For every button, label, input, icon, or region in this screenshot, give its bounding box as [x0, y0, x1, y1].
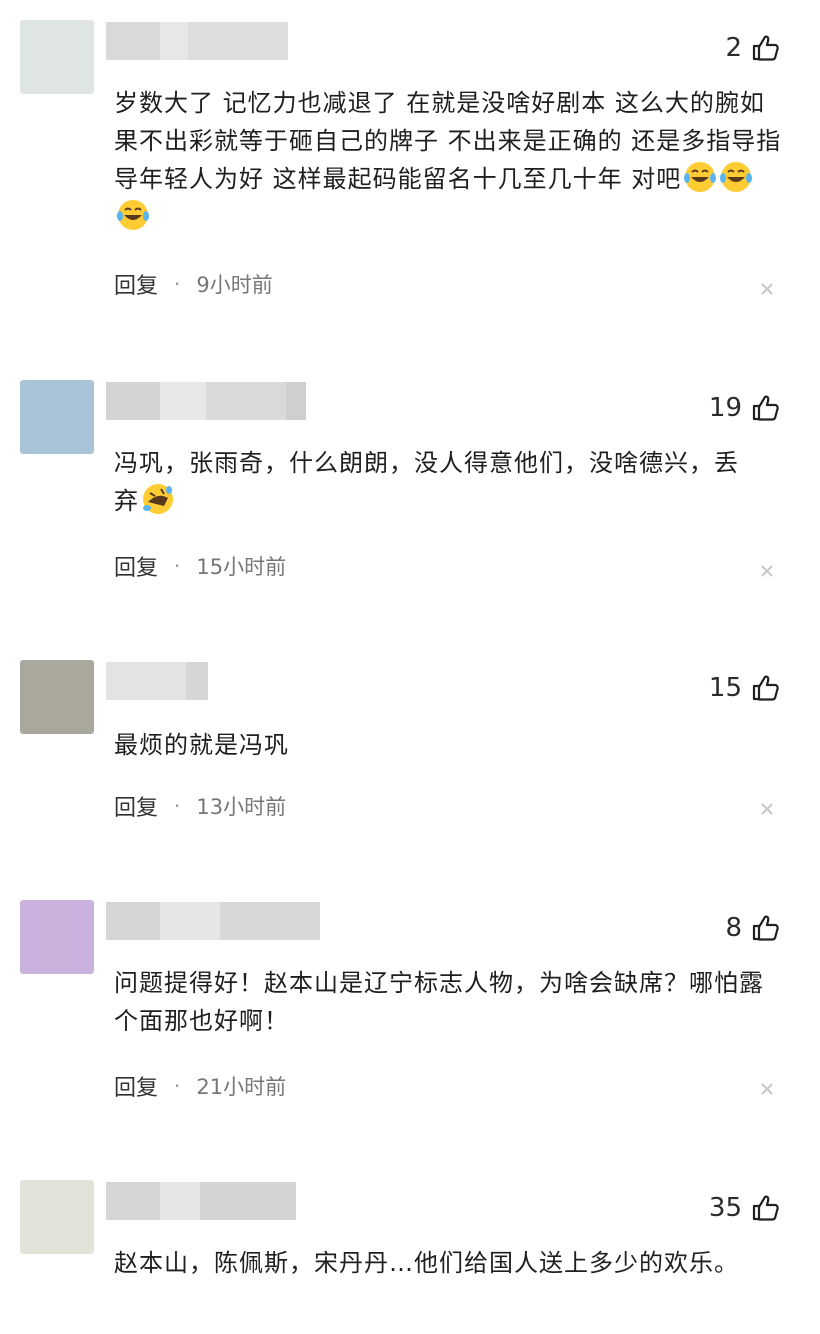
avatar[interactable]: [20, 1180, 94, 1254]
separator-dot: ·: [174, 1074, 181, 1098]
timestamp: 9小时前: [196, 273, 273, 297]
like-group[interactable]: 35: [709, 1186, 780, 1230]
timestamp: 21小时前: [196, 1075, 287, 1099]
close-icon[interactable]: [758, 562, 776, 580]
avatar[interactable]: [20, 20, 94, 94]
comment-text: 赵本山，陈佩斯，宋丹丹…他们给国人送上多少的欢乐。: [114, 1244, 774, 1282]
separator-dot: ·: [174, 794, 181, 818]
reply-button[interactable]: 回复: [114, 790, 158, 822]
like-group[interactable]: 8: [725, 906, 780, 950]
comment-body: 岁数大了 记忆力也减退了 在就是没啥好剧本 这么大的腕如果不出彩就等于砸自己的牌…: [114, 89, 782, 193]
face-with-tears-of-joy-icon: [684, 162, 717, 192]
username-blurred[interactable]: [106, 22, 288, 60]
face-with-tears-of-joy-icon: [720, 162, 753, 192]
username-blurred[interactable]: [106, 382, 306, 420]
comment-item: 35 赵本山，陈佩斯，宋丹丹…他们给国人送上多少的欢乐。: [0, 1180, 820, 1334]
comment-text: 岁数大了 记忆力也减退了 在就是没啥好剧本 这么大的腕如果不出彩就等于砸自己的牌…: [114, 84, 789, 236]
comment-body: 赵本山，陈佩斯，宋丹丹…他们给国人送上多少的欢乐。: [114, 1249, 739, 1277]
thumbs-up-icon[interactable]: [750, 393, 780, 423]
like-group[interactable]: 19: [709, 386, 780, 430]
separator-dot: ·: [174, 554, 181, 578]
avatar[interactable]: [20, 900, 94, 974]
close-icon[interactable]: [758, 280, 776, 298]
avatar[interactable]: [20, 380, 94, 454]
comment-text: 最烦的就是冯巩: [114, 726, 789, 764]
comment-meta: 回复 · 21小时前: [114, 1070, 286, 1102]
like-group[interactable]: 2: [725, 26, 780, 70]
thumbs-up-icon[interactable]: [750, 1193, 780, 1223]
separator-dot: ·: [174, 272, 181, 296]
username-blurred[interactable]: [106, 662, 208, 700]
avatar[interactable]: [20, 660, 94, 734]
like-group[interactable]: 15: [709, 666, 780, 710]
thumbs-up-icon[interactable]: [750, 913, 780, 943]
comment-item: 15 最烦的就是冯巩 回复 · 13小时前: [0, 660, 820, 860]
comment-text: 问题提得好！赵本山是辽宁标志人物，为啥会缺席？哪怕露个面那也好啊！: [114, 964, 764, 1040]
comment-body: 最烦的就是冯巩: [114, 731, 289, 759]
close-icon[interactable]: [758, 1080, 776, 1098]
thumbs-up-icon[interactable]: [750, 673, 780, 703]
comment-body: 冯巩，张雨奇，什么朗朗，没人得意他们，没啥德兴，丢弃: [114, 449, 739, 515]
username-blurred[interactable]: [106, 1182, 296, 1220]
comment-meta: 回复 · 13小时前: [114, 790, 286, 822]
like-count: 2: [725, 33, 742, 63]
face-with-tears-of-joy-icon: [117, 200, 149, 230]
reply-button[interactable]: 回复: [114, 1070, 158, 1102]
username-blurred[interactable]: [106, 902, 320, 940]
comment-meta: 回复 · 15小时前: [114, 550, 286, 582]
like-count: 19: [708, 393, 742, 423]
reply-button[interactable]: 回复: [114, 268, 158, 300]
timestamp: 13小时前: [196, 795, 287, 819]
timestamp: 15小时前: [196, 555, 287, 579]
comment-item: 2 岁数大了 记忆力也减退了 在就是没啥好剧本 这么大的腕如果不出彩就等于砸自己…: [0, 20, 820, 330]
comment-item: 8 问题提得好！赵本山是辽宁标志人物，为啥会缺席？哪怕露个面那也好啊！ 回复 ·…: [0, 900, 820, 1130]
reply-button[interactable]: 回复: [114, 550, 158, 582]
comment-text: 冯巩，张雨奇，什么朗朗，没人得意他们，没啥德兴，丢弃: [114, 444, 754, 520]
like-count: 35: [708, 1193, 742, 1223]
like-count: 8: [725, 913, 742, 943]
comment-body: 问题提得好！赵本山是辽宁标志人物，为啥会缺席？哪怕露个面那也好啊！: [114, 969, 764, 1035]
thumbs-up-icon[interactable]: [750, 33, 780, 63]
like-count: 15: [708, 673, 742, 703]
rolling-on-floor-laughing-icon: [143, 484, 173, 514]
comment-meta: 回复 · 9小时前: [114, 268, 273, 300]
close-icon[interactable]: [758, 800, 776, 818]
comment-item: 19 冯巩，张雨奇，什么朗朗，没人得意他们，没啥德兴，丢弃 回复 · 15小时前: [0, 380, 820, 610]
